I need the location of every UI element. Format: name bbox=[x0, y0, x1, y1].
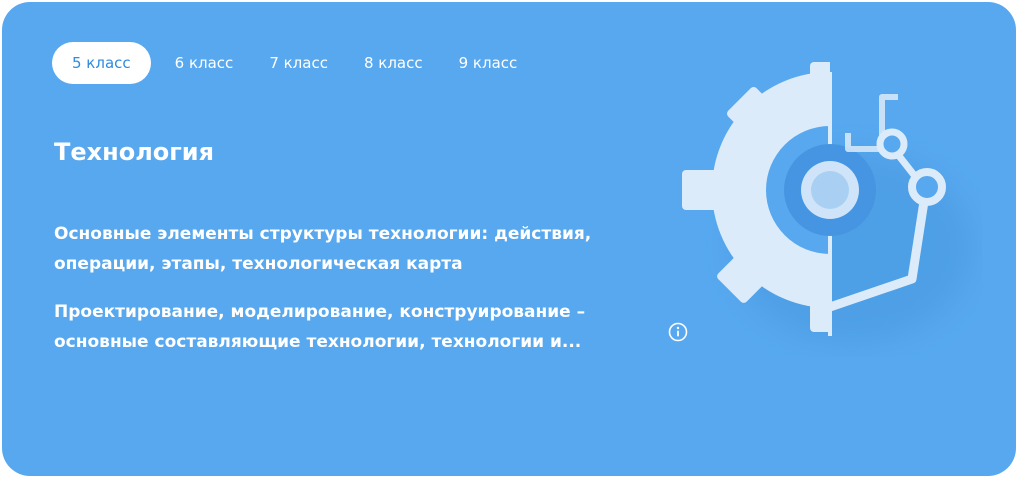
tab-grade-9[interactable]: 9 класс bbox=[441, 42, 536, 84]
tab-grade-8[interactable]: 8 класс bbox=[346, 42, 441, 84]
tab-grade-5[interactable]: 5 класс bbox=[52, 42, 151, 84]
tab-grade-7[interactable]: 7 класс bbox=[251, 42, 346, 84]
topic-item[interactable]: Основные элементы структуры технологии: … bbox=[54, 219, 634, 279]
tab-grade-6[interactable]: 6 класс bbox=[157, 42, 252, 84]
gear-robot-arm-icon bbox=[682, 62, 972, 342]
topic-item[interactable]: Проектирование, моделирование, конструир… bbox=[54, 297, 634, 357]
topic-list: Основные элементы структуры технологии: … bbox=[54, 219, 634, 375]
grade-tabs: 5 класс 6 класс 7 класс 8 класс 9 класс bbox=[52, 42, 535, 84]
subject-card: 5 класс 6 класс 7 класс 8 класс 9 класс … bbox=[2, 2, 1016, 476]
subject-title: Технология bbox=[54, 138, 215, 166]
